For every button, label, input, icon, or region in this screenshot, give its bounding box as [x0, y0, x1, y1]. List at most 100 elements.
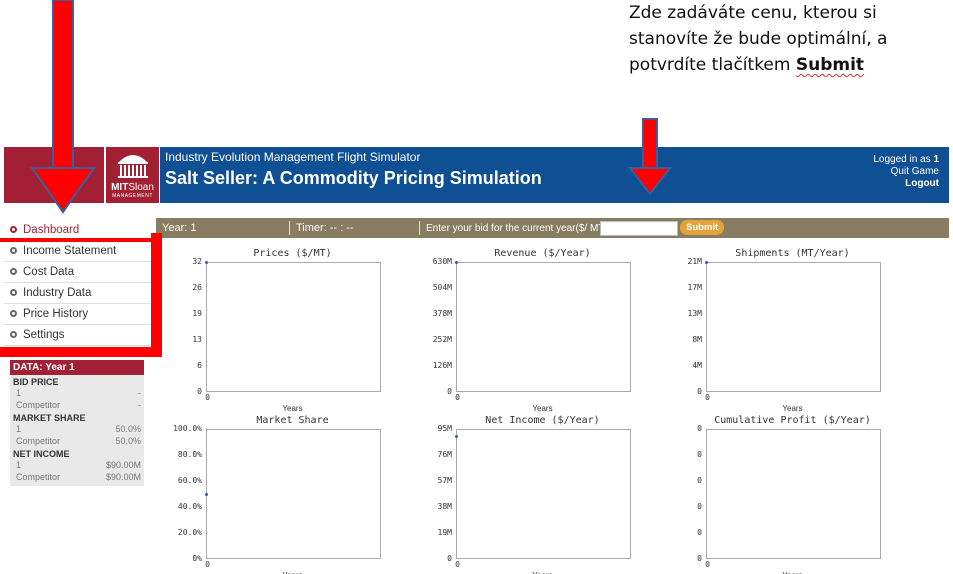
chart-5: Cumulative Profit ($/Year)0000000Years: [660, 415, 885, 574]
data-row: Competitor 50.0%: [10, 435, 144, 447]
y-tick-label: 0: [697, 528, 702, 537]
app-header: MITSloan MANAGEMENT Industry Evolution M…: [4, 147, 949, 203]
x-tick-label: 0: [705, 393, 710, 402]
note-line-1: Zde zadáváte cenu, kterou si: [629, 3, 877, 23]
chart-3: Market Share 100.0% 80.0% 60.0% 40.0% 20.0% 0%…: [160, 415, 385, 574]
chart-title: Revenue ($/Year): [494, 248, 591, 259]
chart-0: Prices ($/MT) 32 26 19 13 6 0 0 Years: [160, 248, 385, 418]
data-row-label: 1: [16, 424, 22, 434]
data-row-value: -: [138, 400, 141, 410]
x-axis-label: Years: [782, 404, 803, 413]
data-point: [205, 261, 208, 264]
data-panel-header: DATA: Year 1: [10, 360, 144, 375]
bullet-icon: [10, 331, 17, 339]
y-tick-label: 95M: [437, 424, 452, 433]
chart-plot-area: [706, 262, 881, 392]
year-label: Year: 1: [162, 222, 197, 234]
sidebar-item-industry-data[interactable]: Industry Data: [4, 283, 154, 304]
sidebar-item-price-history[interactable]: Price History: [4, 304, 154, 325]
logout-link[interactable]: Logout: [873, 178, 939, 190]
mit-sloan-logo[interactable]: MITSloan MANAGEMENT: [106, 147, 159, 203]
market-share-title: MARKET SHARE: [13, 413, 86, 423]
logged-in-user: 1: [933, 154, 939, 165]
logo-management-text: MANAGEMENT: [112, 193, 153, 199]
y-tick-label: 4M: [692, 361, 702, 370]
x-tick-label: 0: [705, 560, 710, 569]
x-tick-label: 0: [455, 393, 460, 402]
chart-title: Net Income ($/Year): [485, 415, 600, 426]
data-row-label: Competitor: [16, 400, 61, 410]
data-row: Competitor $90.00M: [10, 471, 144, 486]
y-tick-label: 378M: [432, 309, 452, 318]
logged-in-label: Logged in as: [873, 154, 934, 165]
data-row: Competitor -: [10, 399, 144, 411]
bullet-icon: [10, 268, 17, 276]
y-tick-label: 13M: [687, 309, 702, 318]
annotation-box-topbar: [0, 238, 151, 242]
sidebar-item-settings[interactable]: Settings: [4, 325, 154, 346]
bullet-icon: [10, 310, 17, 318]
toolbar-divider: [289, 221, 290, 235]
chart-title: Shipments (MT/Year): [735, 248, 850, 259]
dome-icon: [117, 155, 148, 178]
annotation-box-top: [151, 233, 162, 241]
chart-title: Cumulative Profit ($/Year): [714, 415, 871, 426]
annotation-note: Zde zadáváte cenu, kterou si stanovíte ž…: [629, 0, 949, 78]
sidebar-item-cost-data[interactable]: Cost Data: [4, 262, 154, 283]
data-row-value: 50.0%: [115, 424, 141, 434]
y-tick-label: 76M: [437, 450, 452, 459]
y-tick-label: 20.0%: [177, 528, 202, 537]
y-tick-label: 32: [192, 257, 202, 266]
chart-title: Market Share: [256, 415, 329, 426]
note-line-2: stanovíte že bude optimální, a: [629, 29, 888, 49]
chart-plot-area: [206, 429, 381, 559]
y-tick-label: 252M: [432, 335, 452, 344]
sidebar-item-label: Dashboard: [23, 224, 80, 236]
sidebar-item-label: Income Statement: [23, 245, 117, 257]
bullet-icon: [10, 226, 17, 234]
bid-input[interactable]: [600, 221, 678, 236]
app-kicker: Industry Evolution Management Flight Sim…: [165, 150, 421, 164]
chart-2: Shipments (MT/Year) 21M 17M 13M 8M 4M 0 0 Years: [660, 248, 885, 418]
y-tick-label: 57M: [437, 476, 452, 485]
note-line-3: potvrdíte tlačítkem Submit: [629, 52, 949, 78]
y-tick-label: 80.0%: [177, 450, 202, 459]
data-row-value: 50.0%: [115, 436, 141, 446]
annotation-arrow-down-left: [30, 0, 96, 214]
x-tick-label: 0: [455, 560, 460, 569]
sidebar-item-label: Industry Data: [23, 287, 92, 299]
y-tick-label: 19M: [437, 528, 452, 537]
data-row-label: Competitor: [16, 436, 61, 446]
data-point: [705, 261, 708, 264]
y-tick-label: 21M: [687, 257, 702, 266]
y-tick-label: 17M: [687, 283, 702, 292]
quit-game-link[interactable]: Quit Game: [873, 166, 939, 178]
logged-in-status: Logged in as 1: [873, 154, 939, 166]
y-tick-label: 100.0%: [173, 424, 202, 433]
x-axis-label: Years: [532, 404, 553, 413]
chart-plot-area: [456, 429, 631, 559]
y-tick-label: 60.0%: [177, 476, 202, 485]
chart-title: Prices ($/MT): [253, 248, 332, 259]
game-toolbar: Year: 1 Timer: -- : -- Enter your bid fo…: [156, 218, 949, 238]
chart-plot-area: [456, 262, 631, 392]
submit-button[interactable]: Submit: [680, 220, 725, 235]
logo-mit-text: MIT: [111, 182, 129, 193]
bid-price-title: BID PRICE: [13, 377, 59, 387]
data-row: 1-: [10, 387, 144, 399]
chart-1: Revenue ($/Year) 630M 504M 378M 252M 126M 0 0 Ye…: [410, 248, 635, 418]
annotation-arrow-down-right: [628, 118, 672, 196]
note-submit-word: Submit: [795, 55, 865, 75]
logo-sloan-text: Sloan: [128, 182, 154, 193]
user-menu: Logged in as 1 Quit Game Logout: [873, 154, 939, 190]
y-tick-label: 13: [192, 335, 202, 344]
y-tick-label: 504M: [432, 283, 452, 292]
y-tick-label: 630M: [432, 257, 452, 266]
y-tick-label: 19: [192, 309, 202, 318]
data-row: 1 $90.00M: [10, 459, 144, 471]
note-line-3-prefix: potvrdíte tlačítkem: [629, 55, 796, 75]
data-row-label: Competitor: [16, 472, 61, 482]
sidebar-item-label: Price History: [23, 308, 89, 320]
sidebar-item-income-statement[interactable]: Income Statement: [4, 241, 154, 262]
data-row-label: 1: [16, 388, 22, 398]
